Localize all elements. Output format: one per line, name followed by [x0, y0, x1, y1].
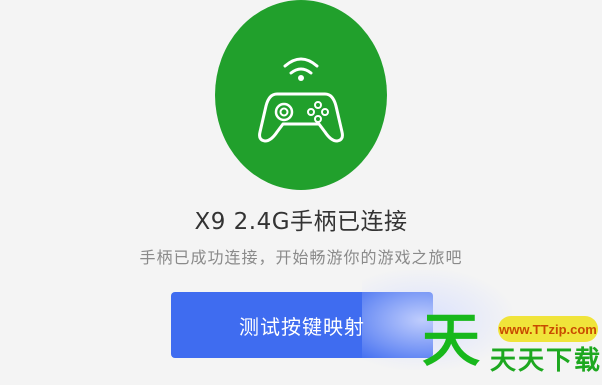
gamepad-wireless-icon: [258, 57, 344, 143]
watermark-logo-char: 天: [422, 306, 481, 374]
watermark-site-name: 天天下载: [490, 346, 602, 376]
connection-subtitle: 手柄已成功连接，开始畅游你的游戏之旅吧: [139, 248, 463, 267]
site-watermark: 天 www.TTzip.com 天天下载: [418, 308, 602, 385]
test-key-mapping-button[interactable]: 测试按键映射: [171, 292, 433, 358]
test-key-mapping-label: 测试按键映射: [239, 314, 365, 339]
connection-screen: X9 2.4G手柄已连接 手柄已成功连接，开始畅游你的游戏之旅吧 测试按键映射 …: [0, 0, 602, 385]
watermark-url: www.TTzip.com: [498, 316, 598, 342]
connection-title: X9 2.4G手柄已连接: [194, 209, 408, 235]
status-circle: [215, 0, 387, 190]
